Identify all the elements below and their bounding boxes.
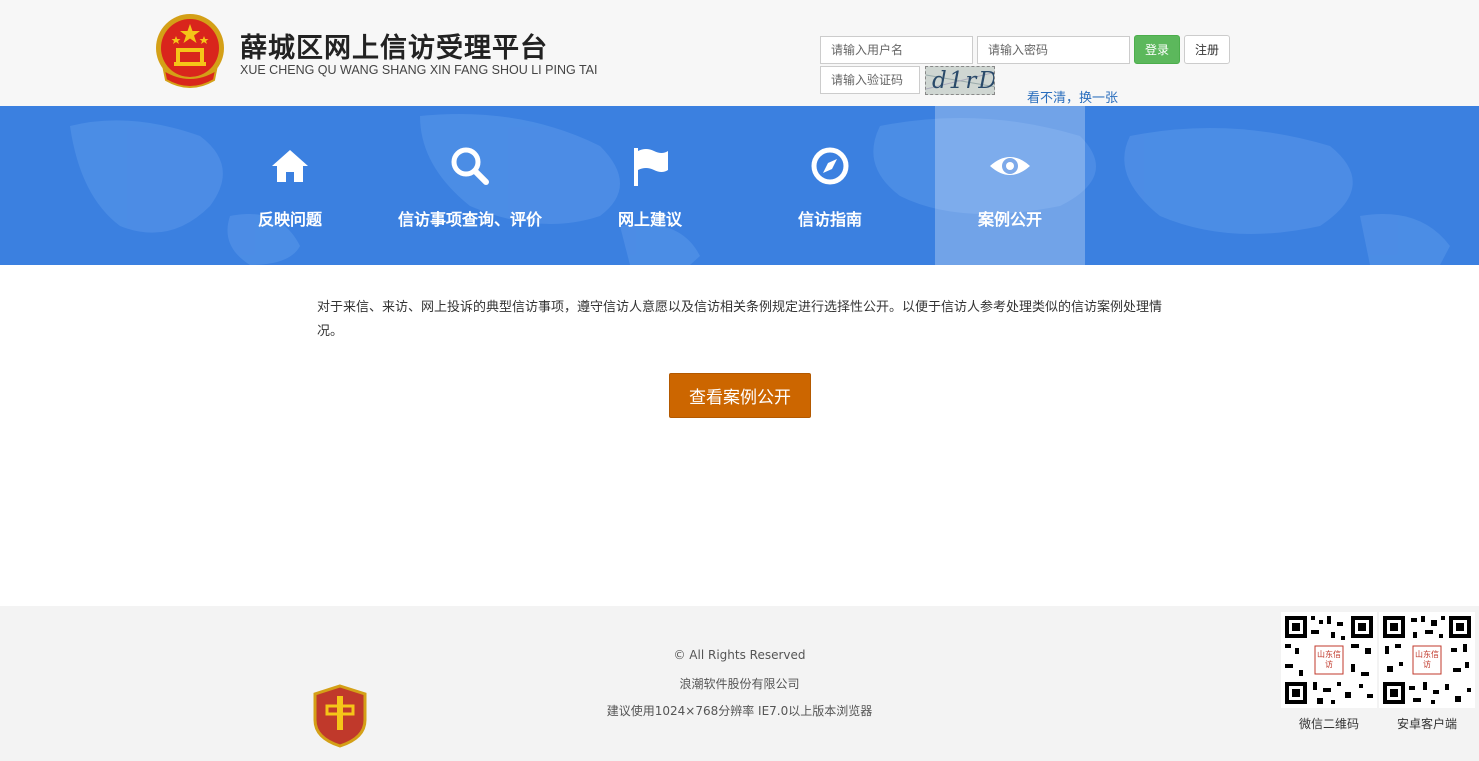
captcha-input[interactable] [820, 66, 920, 94]
site-header: 薛城区网上信访受理平台 XUE CHENG QU WANG SHANG XIN … [0, 0, 1479, 106]
national-emblem-icon [156, 14, 224, 88]
wechat-qr-label: 微信二维码 [1298, 717, 1359, 731]
qr-center-label: 山东信访 [1415, 650, 1439, 669]
compass-icon [811, 147, 849, 185]
party-government-badge[interactable] [313, 684, 367, 748]
shield-icon [313, 684, 367, 748]
android-qr-label: 安卓客户端 [1396, 717, 1457, 731]
copyright-text: © All Rights Reserved [673, 648, 806, 662]
password-input[interactable] [977, 36, 1130, 64]
nav-label: 案例公开 [977, 210, 1042, 229]
nav-label: 反映问题 [257, 210, 322, 229]
android-qr-code: 山东信访 [1379, 612, 1475, 708]
view-cases-button[interactable]: 查看案例公开 [669, 373, 811, 418]
nav-item-case-disclosure[interactable]: 案例公开 [935, 106, 1085, 265]
captcha-text: d1rD [932, 68, 995, 94]
nav-item-report-issue[interactable]: 反映问题 [215, 106, 365, 265]
nav-item-guide[interactable]: 信访指南 [755, 106, 905, 265]
company-name: 浪潮软件股份有限公司 [679, 677, 800, 691]
captcha-image[interactable]: d1rD [925, 66, 995, 95]
search-icon [451, 147, 489, 185]
refresh-captcha-link[interactable]: 看不清，换一张 [1027, 87, 1118, 106]
nav-label: 网上建议 [617, 210, 682, 229]
site-subtitle: XUE CHENG QU WANG SHANG XIN FANG SHOU LI… [240, 63, 598, 77]
nav-label: 信访事项查询、评价 [397, 210, 542, 229]
wechat-qr-code: 山东信访 [1281, 612, 1377, 708]
main-nav: 反映问题 信访事项查询、评价 网上建议 信访指南 案例公开 [0, 106, 1479, 265]
qr-center-label: 山东信访 [1317, 650, 1341, 669]
login-button[interactable]: 登录 [1134, 35, 1180, 64]
username-input[interactable] [820, 36, 973, 64]
flag-icon [634, 148, 668, 186]
browser-note: 建议使用1024×768分辨率 IE7.0以上版本浏览器 [606, 704, 873, 718]
home-icon [272, 150, 308, 182]
nav-label: 信访指南 [797, 210, 862, 229]
register-button[interactable]: 注册 [1184, 35, 1230, 64]
case-disclosure-intro: 对于来信、来访、网上投诉的典型信访事项，遵守信访人意愿以及信访相关条例规定进行选… [317, 300, 1163, 339]
nav-item-query-evaluate[interactable]: 信访事项查询、评价 [395, 106, 545, 265]
eye-icon [990, 157, 1030, 175]
nav-item-online-suggestion[interactable]: 网上建议 [575, 106, 725, 265]
site-title: 薛城区网上信访受理平台 [240, 33, 548, 64]
site-footer: © All Rights Reserved 浪潮软件股份有限公司 建议使用102… [0, 606, 1479, 761]
